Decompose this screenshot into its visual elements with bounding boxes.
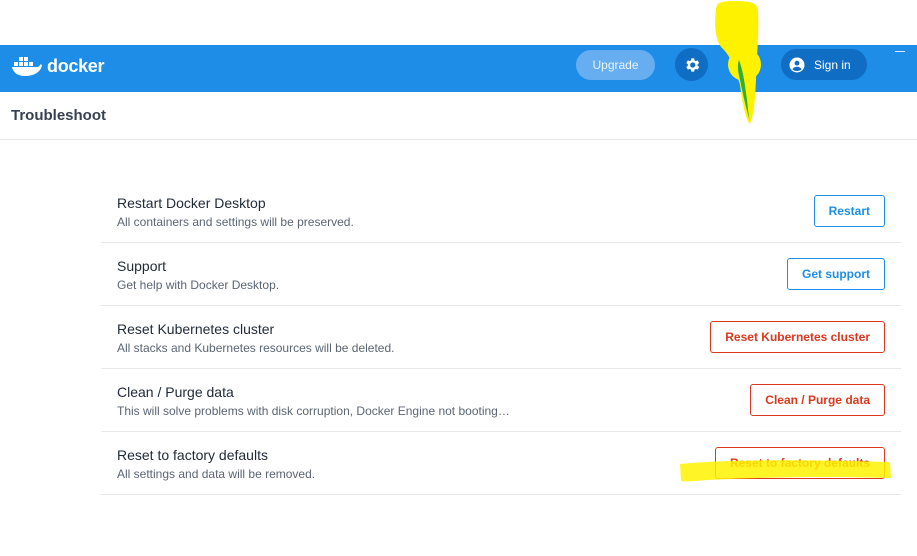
item-title: Reset Kubernetes cluster <box>117 321 275 337</box>
settings-button[interactable] <box>675 48 708 81</box>
gear-icon <box>685 57 699 72</box>
item-description: All containers and settings will be pres… <box>117 215 354 229</box>
minimize-control[interactable] <box>895 51 905 52</box>
page-header: Troubleshoot <box>0 92 917 140</box>
item-title: Clean / Purge data <box>117 384 234 400</box>
docker-whale-icon <box>12 57 42 76</box>
sign-in-label: Sign in <box>814 57 851 72</box>
troubleshoot-list: Restart Docker Desktop All containers an… <box>101 180 901 495</box>
docker-logo: docker <box>11 55 105 77</box>
restart-button[interactable]: Restart <box>813 195 885 227</box>
item-title: Restart Docker Desktop <box>117 195 266 211</box>
item-title: Reset to factory defaults <box>117 447 268 463</box>
item-description: All stacks and Kubernetes resources will… <box>117 341 395 355</box>
list-item-reset-kubernetes: Reset Kubernetes cluster All stacks and … <box>101 306 901 369</box>
item-description: This will solve problems with disk corru… <box>117 404 510 418</box>
clean-purge-button[interactable]: Clean / Purge data <box>750 384 885 416</box>
account-circle-icon <box>789 57 805 72</box>
sign-in-button[interactable]: Sign in <box>781 49 867 80</box>
brand-name: docker <box>47 55 105 76</box>
item-title: Support <box>117 258 167 274</box>
item-description: All settings and data will be removed. <box>117 467 316 481</box>
item-description: Get help with Docker Desktop. <box>117 278 280 292</box>
list-item-clean-purge: Clean / Purge data This will solve probl… <box>101 369 901 432</box>
list-item-factory-reset: Reset to factory defaults All settings a… <box>101 432 901 495</box>
get-support-button[interactable]: Get support <box>787 258 885 290</box>
bug-icon <box>739 58 750 71</box>
upgrade-button[interactable]: Upgrade <box>576 50 655 80</box>
page-title: Troubleshoot <box>11 107 106 124</box>
factory-reset-button[interactable]: Reset to factory defaults <box>714 447 885 479</box>
troubleshoot-button[interactable] <box>728 48 761 81</box>
reset-kubernetes-button[interactable]: Reset Kubernetes cluster <box>710 321 885 353</box>
window-titlebar <box>0 0 917 45</box>
list-item-support: Support Get help with Docker Desktop. Ge… <box>101 243 901 306</box>
app-header: docker Upgrade Sign in <box>0 45 917 92</box>
list-item-restart: Restart Docker Desktop All containers an… <box>101 180 901 243</box>
